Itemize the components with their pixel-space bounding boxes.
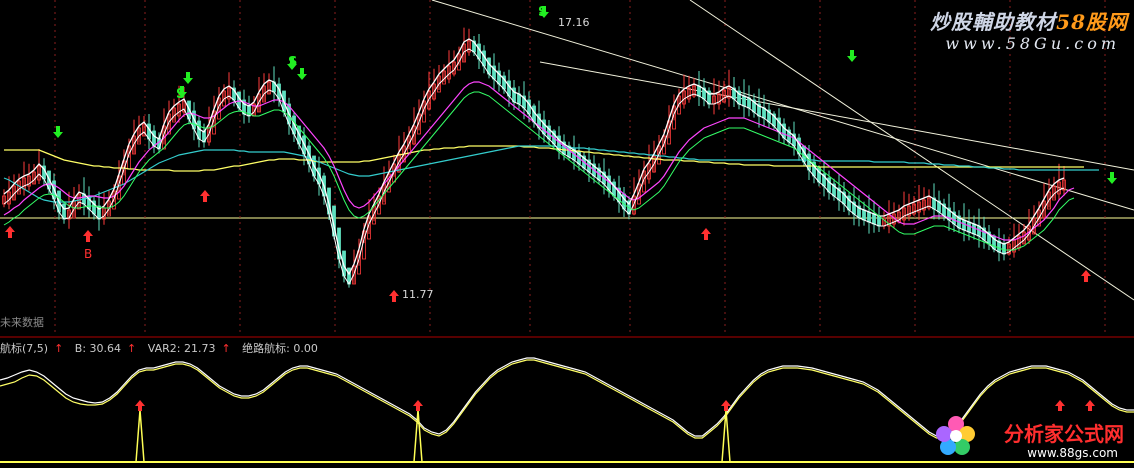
indicator-jlhb-value: 绝路航标: 0.00 bbox=[242, 342, 318, 355]
watermark-88gs: 分析家公式网 bbox=[1004, 422, 1124, 446]
candle-body bbox=[697, 85, 701, 97]
candle-body bbox=[862, 209, 866, 221]
flower-logo-icon bbox=[936, 416, 975, 455]
sell-arrow-icon bbox=[183, 72, 193, 84]
indicator-info-bar: 航标(7,5) ↑ B: 30.64 ↑ VAR2: 21.73 ↑ 绝路航标: 0.… bbox=[0, 340, 324, 355]
trend-line-mid bbox=[539, 61, 1134, 171]
arrow-up-icon: ↑ bbox=[54, 342, 64, 355]
arrow-up-icon: ↑ bbox=[221, 342, 231, 355]
watermark-58gu-url: www.58Gu.com bbox=[945, 34, 1120, 53]
indicator-name: 航标(7,5) bbox=[0, 342, 49, 355]
chart-canvas: B S S S bbox=[0, 0, 1134, 463]
candle-body bbox=[742, 95, 746, 107]
low-price-label: 11.77 bbox=[402, 288, 434, 301]
candle-body bbox=[872, 213, 876, 225]
buy-arrow-icon bbox=[135, 400, 145, 411]
candle-body bbox=[867, 211, 871, 223]
ma-cyan-line bbox=[3, 145, 1099, 203]
sell-signal-label: S bbox=[176, 87, 185, 102]
sell-signal-label: S bbox=[288, 55, 297, 70]
buy-arrow-icon bbox=[83, 230, 93, 242]
indicator-b-value: B: 30.64 bbox=[74, 342, 122, 355]
indicator-var2-value: VAR2: 21.73 bbox=[147, 342, 216, 355]
candle-body bbox=[877, 215, 881, 227]
watermark-88gs-url: www.88gs.com bbox=[1027, 446, 1118, 460]
arrow-up-icon: ↑ bbox=[127, 342, 137, 355]
buy-arrow-icon bbox=[1085, 400, 1095, 411]
indicator-spike-0 bbox=[135, 409, 145, 463]
sell-arrow-icon bbox=[297, 68, 307, 80]
buy-arrow-icon bbox=[389, 290, 399, 302]
sell-signal-label: S bbox=[538, 5, 547, 20]
sell-arrow-icon bbox=[1107, 172, 1117, 184]
ma-yellow-line bbox=[4, 145, 1084, 172]
candle-body bbox=[1002, 243, 1006, 255]
buy-arrow-icon bbox=[200, 190, 210, 202]
high-price-label: 17.16 bbox=[558, 16, 590, 29]
future-data-label: 未来数据 bbox=[0, 316, 44, 329]
buy-arrow-icon bbox=[5, 226, 15, 238]
buy-signal-label: B bbox=[84, 247, 92, 261]
buy-arrow-icon bbox=[701, 228, 711, 240]
sell-arrow-icon bbox=[847, 50, 857, 62]
watermark-58gu: 炒股輔助教材58股网 bbox=[930, 10, 1128, 34]
ma-white-line bbox=[3, 38, 1065, 276]
buy-arrow-icon bbox=[1081, 270, 1091, 282]
buy-arrow-icon bbox=[1055, 400, 1065, 411]
buy-arrow-icon bbox=[413, 400, 423, 411]
